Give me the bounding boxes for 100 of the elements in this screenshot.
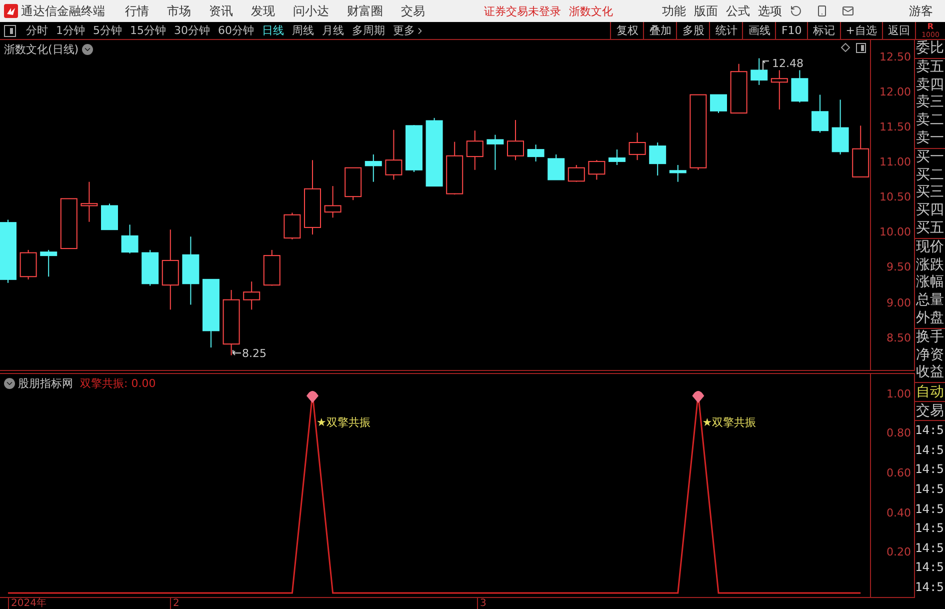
quote-label: 买四	[915, 202, 945, 220]
price-axis-label: 9.50	[886, 260, 911, 274]
trade-time: 14:5	[915, 480, 945, 498]
period-tab[interactable]: 周线	[288, 22, 318, 39]
chevron-down-icon[interactable]	[82, 44, 93, 55]
menu-item[interactable]: 财富圈	[347, 2, 383, 20]
price-axis-label: 10.50	[880, 190, 911, 204]
status-text: 浙数文化	[569, 4, 613, 18]
user-label[interactable]: 游客	[909, 2, 933, 20]
quote-label: 卖三	[915, 94, 945, 112]
candlestick	[750, 58, 768, 86]
diamond-icon[interactable]	[841, 43, 850, 52]
refresh-icon[interactable]	[790, 5, 802, 17]
candlestick	[182, 236, 200, 306]
indicator-value: 双擎共振: 0.00	[80, 376, 156, 391]
app-title: 通达信金融终端	[21, 2, 105, 20]
quote-label: 买三	[915, 184, 945, 202]
menu-item[interactable]: 问小达	[293, 2, 329, 20]
toolbar-button[interactable]: 统计	[709, 22, 742, 39]
date-axis-label: 3	[477, 598, 486, 609]
price-axis-label: 9.00	[886, 296, 911, 310]
trade-time: 14:5	[915, 500, 945, 518]
menu-item[interactable]: 市场	[167, 2, 191, 20]
indicator-axis-label: 0.60	[886, 466, 911, 480]
candlestick	[466, 130, 484, 170]
toolbar-button[interactable]: F10	[775, 22, 807, 39]
indicator-name: 股朋指标网	[18, 376, 73, 391]
candlestick	[649, 142, 666, 176]
candlestick	[60, 198, 78, 250]
period-tab[interactable]: 60分钟	[214, 22, 258, 39]
price-axis-label: 10.00	[880, 226, 911, 239]
toolbar-button[interactable]: 多股	[676, 22, 710, 39]
peak-marker-icon	[306, 390, 318, 403]
period-tab[interactable]: 多周期	[348, 22, 389, 39]
quote-label: 卖五	[915, 58, 945, 77]
period-tab[interactable]: 15分钟	[126, 22, 170, 39]
chevron-down-icon[interactable]	[4, 378, 15, 389]
price-axis-label: 12.00	[880, 85, 911, 98]
menu-item[interactable]: 资讯	[209, 2, 233, 20]
menu-item[interactable]: 发现	[251, 2, 275, 20]
candlestick	[791, 70, 808, 103]
trade-time: 14:5	[915, 520, 945, 538]
toolbar-button[interactable]: 叠加	[643, 22, 676, 39]
candlestick	[344, 167, 362, 201]
quote-label: 卖一	[915, 130, 945, 148]
toolbar-button[interactable]: 画线	[742, 22, 776, 39]
trade-time: 14:5	[915, 559, 945, 576]
chart-title: 浙数文化(日线)	[4, 42, 79, 57]
quote-label: 涨跌	[915, 256, 945, 274]
toolbar-button[interactable]: 标记	[806, 22, 840, 39]
candlestick	[527, 144, 544, 162]
menu-item[interactable]: 选项	[758, 2, 782, 20]
candlestick	[20, 249, 37, 280]
low-price-label: 8.25	[242, 347, 266, 360]
candlestick	[568, 164, 585, 182]
candlestick	[263, 249, 280, 286]
candlestick	[406, 124, 422, 172]
candlestick	[284, 212, 301, 240]
candlestick	[364, 154, 382, 182]
menu-item[interactable]: 功能	[662, 2, 686, 20]
candlestick	[588, 160, 606, 180]
period-tab[interactable]: 1分钟	[52, 22, 89, 39]
period-tab[interactable]: 更多	[389, 22, 429, 39]
candlestick	[852, 125, 870, 178]
candlestick	[0, 219, 16, 284]
quote-label: 换手	[915, 328, 945, 347]
candlestick	[243, 281, 260, 310]
corner-label: R	[927, 22, 934, 30]
high-price-label: 12.48	[772, 57, 804, 70]
menu-item[interactable]: 公式	[726, 2, 750, 20]
phone-icon[interactable]	[816, 5, 828, 17]
period-tab[interactable]: 5分钟	[89, 22, 126, 39]
trade-time: 14:5	[915, 578, 945, 596]
period-tab[interactable]: 30分钟	[170, 22, 214, 39]
trade-tab[interactable]: 交易	[915, 402, 945, 422]
signal-label: ★双擎共振	[316, 414, 370, 430]
period-tab[interactable]: 日线	[258, 22, 288, 39]
candlestick	[121, 224, 138, 254]
quote-label: 委比	[915, 40, 945, 58]
candlestick	[730, 63, 748, 114]
period-tab[interactable]: 分时	[22, 22, 52, 39]
candlestick	[101, 203, 118, 230]
candlestick	[324, 186, 342, 218]
mail-icon[interactable]	[842, 5, 854, 17]
period-tab[interactable]: 月线	[318, 22, 348, 39]
panel-toggle-icon[interactable]	[4, 25, 16, 37]
trade-tab[interactable]: 自动	[915, 383, 945, 402]
toolbar-button[interactable]: +自选	[840, 22, 882, 39]
menu-item[interactable]: 行情	[125, 2, 149, 20]
menu-item[interactable]: 交易	[401, 2, 425, 20]
date-axis-label: 2024年	[8, 598, 46, 609]
candlestick	[832, 99, 849, 155]
trade-time: 14:5	[915, 422, 945, 440]
trade-time: 14:5	[915, 461, 945, 478]
candlestick	[812, 94, 828, 134]
toolbar-button[interactable]: 复权	[610, 22, 644, 39]
toolbar-button[interactable]: 返回	[882, 22, 915, 39]
panel-toggle-icon[interactable]	[856, 43, 866, 53]
candlestick	[426, 117, 443, 187]
menu-item[interactable]: 版面	[694, 2, 718, 20]
